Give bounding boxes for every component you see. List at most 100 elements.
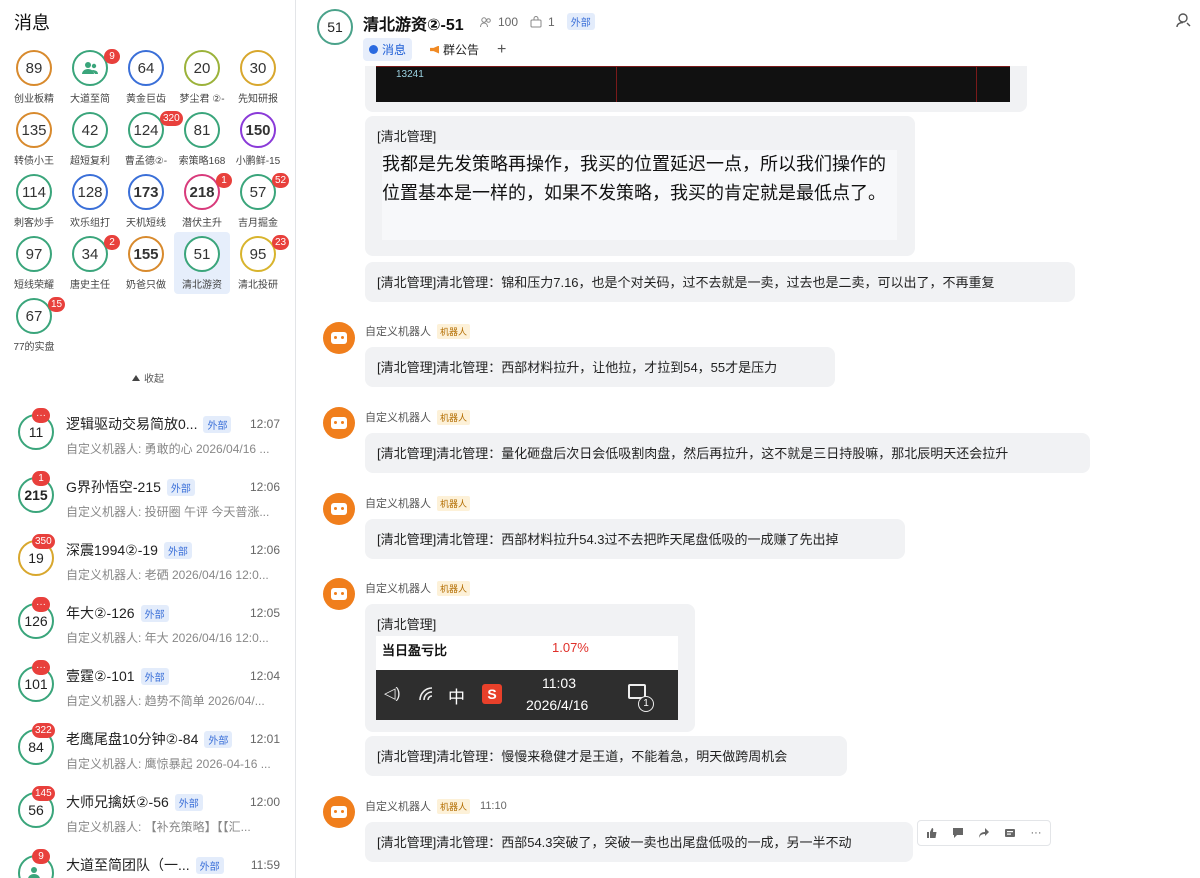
group-number: 218 <box>189 183 215 201</box>
group-avatar: 135 <box>16 112 52 148</box>
sender-name: 自定义机器人 <box>365 583 431 595</box>
unread-badge: 15 <box>48 297 66 312</box>
notification-count: 1 <box>638 696 654 712</box>
image-bubble: 13241 <box>365 66 1027 112</box>
thumbs-up-icon[interactable] <box>920 823 944 843</box>
sender-row: 自定义机器人 机器人 11:10 <box>365 798 507 814</box>
conversation-time: 12:07 <box>249 417 280 431</box>
comment-icon[interactable] <box>946 823 970 843</box>
robot-avatar[interactable] <box>323 407 355 439</box>
pinned-group[interactable]: 124 320 曹孟德②- <box>118 108 183 170</box>
pinned-group[interactable]: 42 超短复利 <box>62 108 118 170</box>
conversation-name-row: 逻辑驱动交易简放0... 外部 <box>66 414 232 434</box>
robot-icon <box>331 332 347 344</box>
chat-meta: 100 1 外部 <box>480 13 595 30</box>
quote-icon[interactable] <box>998 823 1022 843</box>
pinned-group[interactable]: 95 23 清北投研 <box>230 232 290 294</box>
pinned-group[interactable]: 89 创业板精 <box>6 46 62 108</box>
pinned-group[interactable]: 20 梦尘君 ②- <box>174 46 230 108</box>
conversation-item[interactable]: 126 ··· 年大②-126 外部 12:05 自定义机器人: 年大 2026/04/1… <box>0 589 295 652</box>
conversation-item[interactable]: 11 ··· 逻辑驱动交易简放0... 外部 12:07 自定义机器人: 勇敢的心 202… <box>0 400 295 463</box>
chat-panel: 51 清北游资②-51 100 1 外部 消息 群公告 + 13241 [清北管… <box>297 0 1200 878</box>
message-head: [清北管理] <box>377 129 437 144</box>
pinned-group[interactable]: 64 黄金巨齿 <box>118 46 174 108</box>
group-label: 77的实盘 <box>13 342 55 353</box>
pinned-group[interactable]: 150 小鹏鲜-15 <box>230 108 286 170</box>
more-icon[interactable]: ··· <box>1024 823 1048 843</box>
conversation-item[interactable]: 84 322 老鹰尾盘10分钟②-84 外部 12:01 自定义机器人: 鹰惊暴起 202… <box>0 715 295 778</box>
conversation-item[interactable]: 215 1 G界孙悟空-215 外部 12:06 自定义机器人: 投研圈 午评 今天普涨.… <box>0 463 295 526</box>
pinned-group[interactable]: 81 索策略168 <box>174 108 230 170</box>
search-member-icon[interactable] <box>1176 12 1192 28</box>
external-tag: 外部 <box>195 856 224 874</box>
collapse-label: 收起 <box>144 374 164 385</box>
pinned-group[interactable]: 135 转债小王 <box>6 108 62 170</box>
conversation-time: 12:01 <box>249 732 280 746</box>
unread-badge: 9 <box>32 849 50 864</box>
group-avatar: 124 320 <box>128 111 183 148</box>
sender-row: 自定义机器人 机器人 <box>365 580 471 596</box>
message-bubble: [清北管理]清北管理：量化砸盘后次日会低吸割肉盘，然后再拉升，这不就是三日持股嘛… <box>365 433 1090 473</box>
pinned-group[interactable]: 128 欢乐组打 <box>62 170 118 232</box>
group-number: 114 <box>22 183 46 201</box>
unread-badge: 145 <box>32 786 55 801</box>
message-time: 11:10 <box>480 800 507 812</box>
external-tag: 外部 <box>566 13 595 30</box>
robot-avatar[interactable] <box>323 796 355 828</box>
conversation-item[interactable]: 56 145 大师兄擒妖②-56 外部 12:00 自定义机器人: 【补充策略】【【汇..… <box>0 778 295 841</box>
group-avatar: 9 <box>72 49 120 86</box>
add-tab-button[interactable]: + <box>497 41 506 59</box>
conversation-item[interactable]: 101 ··· 壹霆②-101 外部 12:04 自定义机器人: 趋势不简单 2026/0… <box>0 652 295 715</box>
group-people-icon <box>28 867 40 878</box>
clock-date: 2026/4/16 <box>526 697 589 713</box>
group-number: 51 <box>193 245 211 263</box>
conversation-time: 12:06 <box>249 480 280 494</box>
forward-icon[interactable] <box>972 823 996 843</box>
chat-title: 清北游资②-51 <box>363 17 464 34</box>
pinned-group[interactable]: 51 清北游资 <box>174 232 230 294</box>
pinned-group[interactable]: 218 1 潜伏主升 <box>174 170 232 232</box>
unread-badge: ··· <box>32 660 50 675</box>
conversation-item[interactable]: 19 350 深震1994②-19 外部 12:06 自定义机器人: 老硒 2026/04… <box>0 526 295 589</box>
conversation-name: 大道至简团队（一... <box>66 857 190 873</box>
robot-avatar[interactable] <box>323 578 355 610</box>
pinned-group[interactable]: 67 15 77的实盘 <box>6 294 66 356</box>
group-number: 34 <box>81 245 99 263</box>
pinned-group[interactable]: 97 短线荣耀 <box>6 232 62 294</box>
message-action-bar: ··· <box>917 820 1051 846</box>
pinned-group[interactable]: 9 大道至简 <box>62 46 120 108</box>
pinned-group[interactable]: 114 刺客炒手 <box>6 170 62 232</box>
pinned-group[interactable]: 34 2 唐史主任 <box>62 232 120 294</box>
sender-name: 自定义机器人 <box>365 801 431 813</box>
conversation-item[interactable]: 9 大道至简团队（一... 外部 11:59 <box>0 841 295 878</box>
tab-announcements-label: 群公告 <box>443 43 480 57</box>
message-body: 我都是先发策略再操作，我买的位置延迟一点，所以我们操作的位置基本是一样的，如果不… <box>382 150 897 240</box>
robot-avatar[interactable] <box>323 322 355 354</box>
chat-avatar[interactable]: 51 <box>317 9 353 45</box>
chat-header: 51 清北游资②-51 100 1 外部 消息 群公告 + <box>297 0 1200 66</box>
collapse-button[interactable]: 收起 <box>132 370 164 385</box>
robot-avatar[interactable] <box>323 493 355 525</box>
chart-image[interactable]: 13241 <box>376 66 1010 102</box>
group-avatar: 30 <box>240 50 276 86</box>
pinned-group[interactable]: 155 奶爸只做 <box>118 232 174 294</box>
group-number: 97 <box>25 245 43 263</box>
tab-announcements[interactable]: 群公告 <box>424 38 485 61</box>
unread-badge: 350 <box>32 534 55 549</box>
sidebar: 消息 89 创业板精 9 大道至简 64 黄金巨齿 20 梦尘君 ②- 30 先知研报 135 转债小… <box>0 0 296 878</box>
group-label: 短线荣耀 <box>14 280 54 291</box>
group-number: 150 <box>245 121 271 139</box>
sidebar-title: 消息 <box>14 13 50 33</box>
conversation-name-row: 深震1994②-19 外部 <box>66 540 192 560</box>
group-avatar: 20 <box>184 50 220 86</box>
pinned-group[interactable]: 30 先知研报 <box>230 46 286 108</box>
screenshot-image[interactable]: 当日盈亏比 1.07% ◁) 中 S 11:03 2026/4/16 1 <box>376 636 678 720</box>
group-label: 奶爸只做 <box>126 280 166 291</box>
tab-messages[interactable]: 消息 <box>363 38 413 61</box>
pinned-group[interactable]: 57 52 吉月掘金 <box>230 170 290 232</box>
sender-row: 自定义机器人 机器人 <box>365 409 471 425</box>
robot-icon <box>331 417 347 429</box>
group-number: 124 <box>133 121 159 139</box>
pinned-group[interactable]: 173 天机短线 <box>118 170 174 232</box>
image-message-bubble: [清北管理] 当日盈亏比 1.07% ◁) 中 S 11:03 2026/4/1… <box>365 604 695 732</box>
